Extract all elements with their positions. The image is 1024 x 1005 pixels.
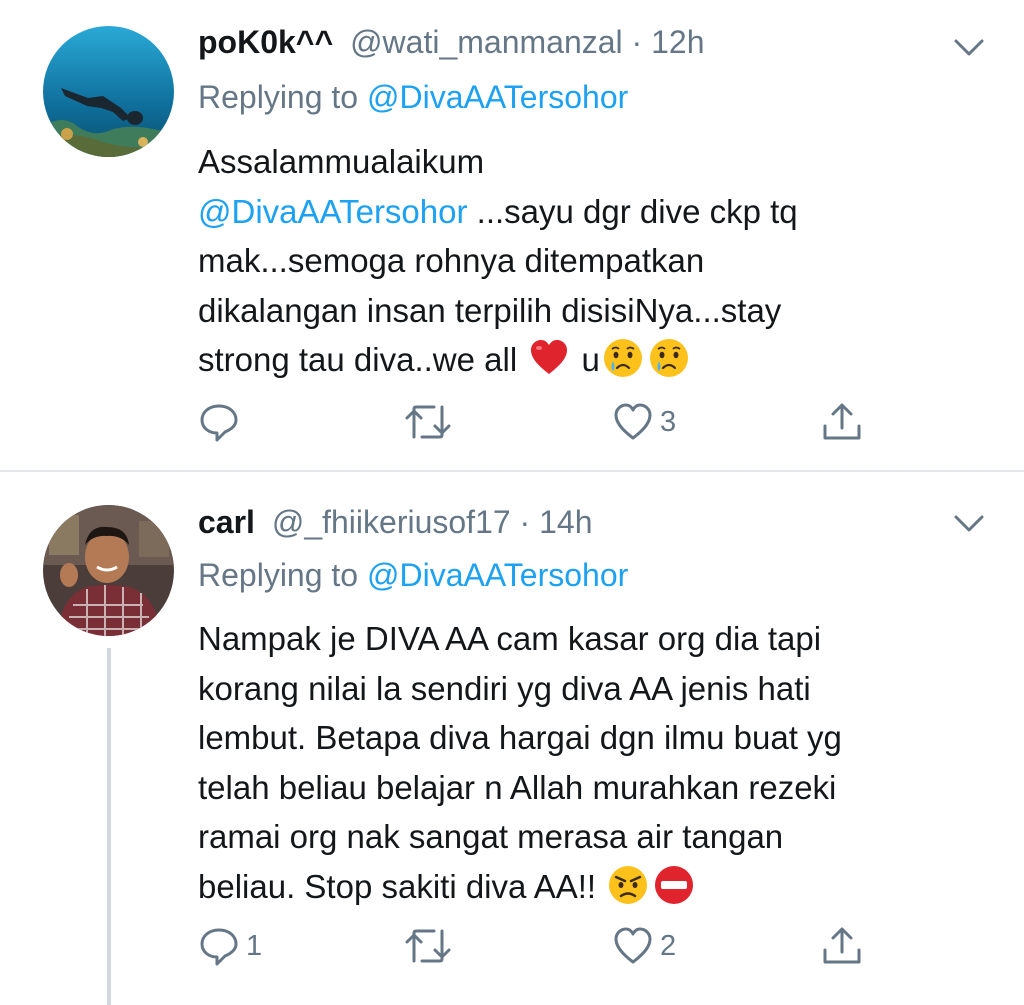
retweet-icon — [405, 929, 451, 963]
like-count: 3 — [660, 405, 677, 438]
user-handle[interactable]: @_fhiikeriusof17 — [272, 504, 511, 540]
tweet-text: Nampak je DIVA AA cam kasar org dia tapi… — [198, 614, 998, 911]
heart-icon — [614, 403, 652, 440]
replying-prefix: Replying to — [198, 79, 367, 115]
share-icon — [823, 927, 861, 964]
tweet-line: mak...semoga rohnya ditempatkan — [198, 242, 705, 279]
tweet-line: strong tau diva..we all u — [198, 335, 998, 385]
timestamp[interactable]: · 12h — [632, 24, 705, 60]
tweet-header: poK0k^^ @wati_manmanzal · 12h — [198, 22, 704, 62]
user-handle[interactable]: @wati_manmanzal — [350, 24, 623, 60]
reply-button[interactable] — [198, 398, 246, 446]
reply-count: 1 — [246, 929, 263, 962]
display-name[interactable]: poK0k^^ — [198, 24, 333, 60]
display-name[interactable]: carl — [198, 504, 255, 540]
tweet-line: telah beliau belajar n Allah murahkan re… — [198, 768, 837, 806]
tweet[interactable]: carl @_fhiikeriusof17 · 14h Replying to … — [0, 472, 1024, 1005]
timestamp[interactable]: · 14h — [520, 504, 593, 540]
tweet[interactable]: poK0k^^ @wati_manmanzal · 12h Replying t… — [0, 0, 1024, 470]
crying-face-emoji — [603, 339, 642, 377]
replying-prefix: Replying to — [198, 557, 367, 593]
share-icon — [823, 403, 861, 440]
tweet-line: beliau. Stop sakiti diva AA!! — [198, 862, 998, 912]
like-button[interactable]: 3 — [612, 398, 676, 446]
like-button[interactable]: 2 — [612, 922, 676, 970]
tweet-text: Assalammualaikum @DivaAATersohor ...sayu… — [198, 137, 998, 385]
avatar[interactable] — [43, 505, 174, 636]
tweet-line: lembut. Betapa diva hargai dgn ilmu buat… — [198, 719, 842, 756]
tweet-text-fragment: beliau. Stop sakiti diva AA!! — [198, 867, 606, 905]
crying-face-emoji — [649, 339, 688, 377]
retweet-icon — [405, 405, 451, 439]
share-button[interactable] — [820, 398, 864, 446]
reply-button[interactable]: 1 — [198, 922, 262, 970]
replying-mention[interactable]: @DivaAATersohor — [367, 79, 628, 115]
tweet-line: Nampak je DIVA AA cam kasar org dia tapi — [198, 620, 822, 657]
tweet-text-fragment: strong tau diva..we all — [198, 341, 527, 378]
chevron-down-icon[interactable] — [952, 36, 986, 60]
replying-to: Replying to @DivaAATersohor — [198, 555, 628, 595]
red-heart-emoji — [531, 340, 568, 374]
tweet-text-fragment: u — [572, 341, 600, 378]
reply-icon — [200, 404, 238, 442]
tweet-header: carl @_fhiikeriusof17 · 14h — [198, 502, 592, 542]
no-entry-emoji — [655, 865, 694, 904]
reply-icon — [200, 928, 238, 966]
tweet-line: @DivaAATersohor ...sayu dgr dive ckp tq — [198, 187, 998, 237]
avatar[interactable] — [43, 26, 174, 157]
tweet-text-fragment: ...sayu dgr dive ckp tq — [467, 192, 798, 230]
tweet-line: korang nilai la sendiri yg diva AA jenis… — [198, 669, 811, 707]
tweet-line: dikalangan insan terpilih disisiNya...st… — [198, 291, 782, 329]
heart-icon — [614, 927, 652, 964]
chevron-down-icon[interactable] — [952, 512, 986, 536]
tweet-actions: 1 2 — [0, 922, 1024, 970]
replying-to: Replying to @DivaAATersohor — [198, 77, 628, 117]
replying-mention[interactable]: @DivaAATersohor — [367, 557, 628, 593]
tweet-line: Assalammualaikum — [198, 143, 485, 180]
angry-face-emoji — [609, 865, 648, 904]
mention-link[interactable]: @DivaAATersohor — [198, 193, 467, 230]
tweet-actions: 3 — [0, 398, 1024, 446]
retweet-button[interactable] — [404, 398, 452, 446]
tweet-line: ramai org nak sangat merasa air tangan — [198, 818, 784, 855]
share-button[interactable] — [820, 922, 864, 970]
like-count: 2 — [660, 929, 677, 962]
retweet-button[interactable] — [404, 922, 452, 970]
